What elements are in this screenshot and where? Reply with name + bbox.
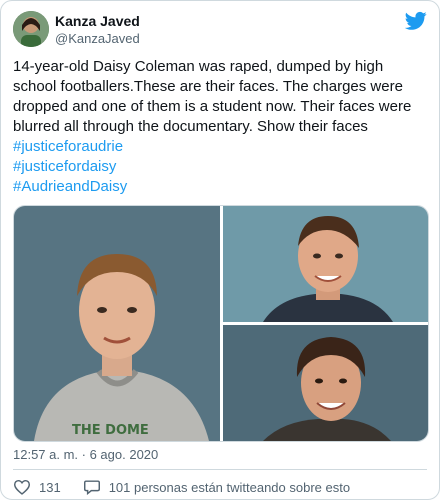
hashtag-link[interactable]: #justiceforaudrie <box>13 137 127 157</box>
hashtag-link[interactable]: #justicefordaisy <box>13 157 127 177</box>
speech-bubble-icon <box>83 480 100 495</box>
twitter-bird-icon[interactable] <box>405 11 427 31</box>
hashtags: #justiceforaudrie #justicefordaisy #Audr… <box>13 137 127 197</box>
photo-top-right[interactable] <box>223 206 428 322</box>
divider <box>13 469 427 470</box>
avatar[interactable] <box>13 11 49 47</box>
conversation-text: 101 personas están twitteando sobre esto <box>108 479 351 495</box>
hashtag-link[interactable]: #AudrieandDaisy <box>13 177 127 197</box>
media-grid: THE DOME <box>13 205 429 442</box>
action-bar: 131 101 personas están twitteando sobre … <box>13 477 372 497</box>
conversation-link[interactable]: 101 personas están twitteando sobre esto <box>83 479 350 495</box>
like-button[interactable]: 131 <box>13 479 61 495</box>
heart-icon <box>13 479 31 495</box>
handle[interactable]: @KanzaJaved <box>55 30 140 47</box>
tweet-card[interactable]: Kanza Javed @KanzaJaved 14-year-old Dais… <box>0 0 440 500</box>
photo-bottom-right[interactable] <box>223 325 428 441</box>
tweet-header: Kanza Javed @KanzaJaved <box>13 11 427 51</box>
tweet-text: 14-year-old Daisy Coleman was raped, dum… <box>13 58 412 135</box>
timestamp[interactable]: 12:57 a. m. · 6 ago. 2020 <box>13 447 158 462</box>
author-names[interactable]: Kanza Javed @KanzaJaved <box>55 13 140 47</box>
shirt-text: THE DOME <box>72 423 149 438</box>
like-count: 131 <box>39 479 61 495</box>
photo-left[interactable]: THE DOME <box>14 206 220 441</box>
display-name[interactable]: Kanza Javed <box>55 13 140 30</box>
